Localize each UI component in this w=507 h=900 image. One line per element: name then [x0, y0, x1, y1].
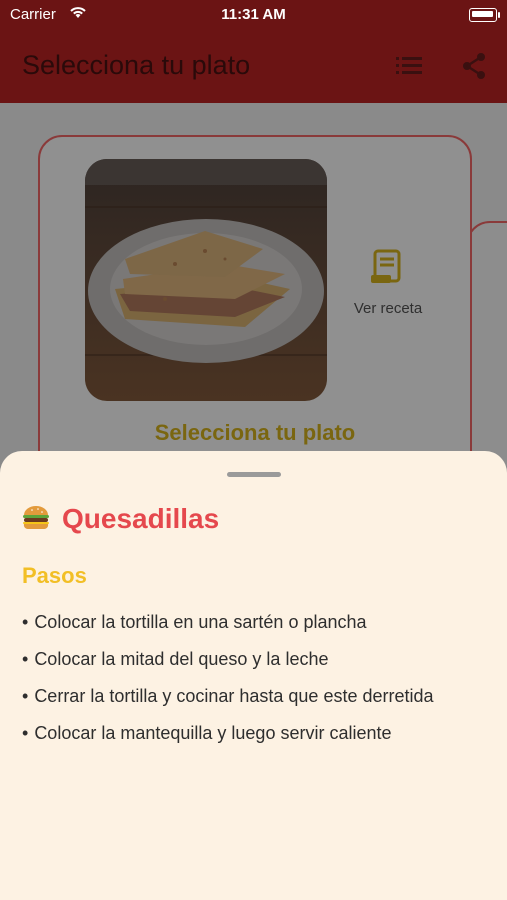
- view-recipe-button[interactable]: Ver receta: [340, 249, 436, 317]
- list-icon[interactable]: [396, 54, 422, 81]
- steps-heading: Pasos: [22, 563, 87, 588]
- battery-icon: [469, 8, 500, 22]
- dish-name: Quesadillas: [62, 503, 220, 534]
- dish-title: Quesadillas: [22, 503, 219, 538]
- status-bar: Carrier 11:31 AM: [0, 0, 507, 30]
- dish-card[interactable]: Ver receta Selecciona tu plato: [38, 135, 472, 499]
- share-icon[interactable]: [461, 52, 487, 85]
- step-item: • Colocar la mitad del queso y la leche: [22, 649, 329, 669]
- receipt-icon: [371, 249, 405, 291]
- dish-image: [85, 159, 327, 401]
- status-time: 11:31 AM: [221, 6, 286, 23]
- step-item: • Colocar la tortilla en una sartén o pla…: [22, 612, 367, 632]
- steps-list: • Colocar la tortilla en una sartén o pla…: [22, 609, 472, 757]
- burger-icon: [22, 505, 50, 538]
- app-bar-title: Selecciona tu plato: [22, 50, 251, 80]
- view-recipe-label: Ver receta: [353, 300, 423, 317]
- step-item: • Cerrar la tortilla y cocinar hasta que …: [22, 686, 434, 706]
- recipe-bottom-sheet[interactable]: Quesadillas Pasos • Colocar la tortilla e…: [0, 451, 507, 900]
- sheet-drag-handle[interactable]: [227, 472, 281, 477]
- card-title: Selecciona tu plato: [154, 420, 356, 445]
- app-bar: Selecciona tu plato: [0, 30, 507, 103]
- step-item: • Colocar la mantequilla y luego servir c…: [22, 723, 392, 743]
